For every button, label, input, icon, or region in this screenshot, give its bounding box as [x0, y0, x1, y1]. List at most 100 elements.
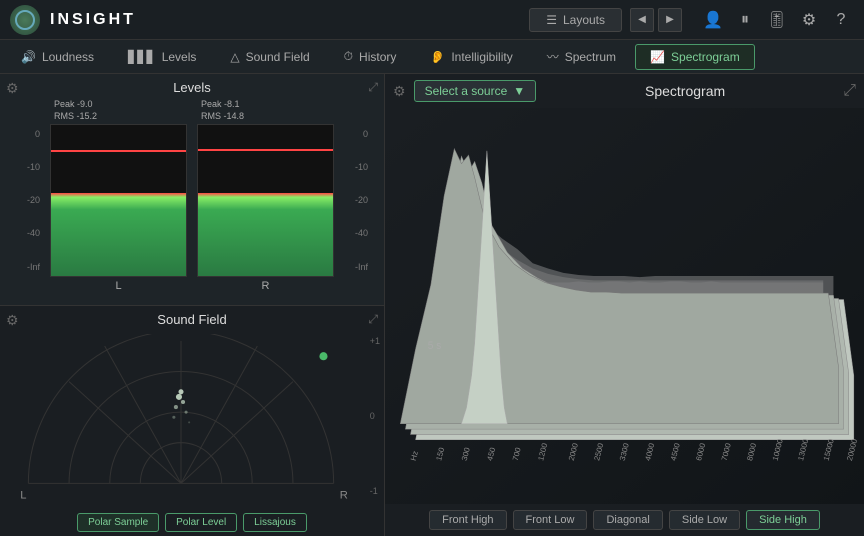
tab-levels-label: Levels	[162, 50, 197, 64]
front-low-button[interactable]: Front Low	[513, 510, 588, 530]
app-logo	[10, 5, 40, 35]
channel-R-peak-value: -8.1	[224, 99, 240, 109]
tab-soundfield-label: Sound Field	[246, 50, 310, 64]
next-layout-button[interactable]: ▶	[658, 8, 682, 32]
scale-label-10: -10	[16, 162, 40, 172]
menu-icon: ☰	[546, 13, 557, 27]
soundfield-icon: △	[230, 50, 239, 64]
nav-arrows: ◀ ▶	[630, 8, 682, 32]
user-icon[interactable]: 👤	[700, 7, 726, 33]
history-icon: ⏱	[344, 49, 353, 64]
scale-label-20: -20	[16, 195, 40, 205]
settings-icon[interactable]: ⚙	[796, 7, 822, 33]
svg-text:5 s: 5 s	[428, 341, 442, 352]
channel-R-rms-value: -14.8	[224, 111, 245, 121]
scale-r-inf: -Inf	[344, 262, 368, 272]
tab-soundfield[interactable]: △ Sound Field	[215, 44, 324, 70]
spectrogram-header: ⚙ Select a source ▼ Spectrogram ⤢	[385, 74, 864, 108]
intelligibility-icon: 👂	[430, 50, 445, 64]
channel-R-rms-label: RMS -14.8	[201, 111, 334, 123]
header-icons: 👤 ⏸ 🎚 ⚙ ?	[700, 7, 854, 33]
tab-spectrum-label: Spectrum	[565, 50, 616, 64]
polar-sample-button[interactable]: Polar Sample	[77, 513, 159, 532]
soundfield-canvas: L R	[8, 334, 354, 501]
spectrum-icon: 〰	[547, 48, 559, 65]
right-panel: ⚙ Select a source ▼ Spectrogram ⤢	[385, 74, 864, 536]
layouts-label: Layouts	[563, 13, 605, 27]
tab-history[interactable]: ⏱ History	[329, 44, 412, 70]
spectrogram-body: 5 s Hz 150 300 450 700 1200 2000 2500 33…	[385, 108, 864, 504]
tab-bar: 🔊 Loudness ▋▋▋ Levels △ Sound Field ⏱ Hi…	[0, 40, 864, 74]
sf-scale-minus1: -1	[370, 486, 380, 496]
side-low-button[interactable]: Side Low	[669, 510, 740, 530]
spectrogram-bottom-buttons: Front High Front Low Diagonal Side Low S…	[385, 504, 864, 536]
soundfield-scale: +1 0 -1	[370, 336, 380, 497]
source-select-label: Select a source	[425, 84, 508, 98]
side-high-button[interactable]: Side High	[746, 510, 820, 530]
channel-R-bar	[197, 124, 334, 276]
levels-gear-icon[interactable]: ⚙	[6, 80, 19, 97]
soundfield-buttons: Polar Sample Polar Level Lissajous	[0, 513, 384, 532]
levels-expand-icon[interactable]: ⤢	[368, 80, 378, 95]
tab-loudness[interactable]: 🔊 Loudness	[6, 44, 109, 70]
loudness-icon: 🔊	[21, 50, 36, 64]
tab-levels[interactable]: ▋▋▋ Levels	[113, 44, 211, 70]
levels-container: 0 -10 -20 -40 -Inf Peak -9.0 RMS -15.2	[6, 99, 378, 292]
help-icon[interactable]: ?	[828, 7, 854, 33]
channel-L-bar	[50, 124, 187, 276]
channel-R-label: R	[262, 280, 270, 292]
scale-r-40: -40	[344, 228, 368, 238]
scale-r-20: -20	[344, 195, 368, 205]
spectrogram-icon: 📈	[650, 50, 665, 64]
soundfield-section: ⚙ Sound Field ⤢ +1 0 -1	[0, 306, 384, 536]
layouts-button[interactable]: ☰ Layouts	[529, 8, 622, 32]
levels-title: Levels	[6, 80, 378, 95]
channel-L-peak-label: Peak -9.0	[54, 99, 187, 111]
app-header: INSIGHT ☰ Layouts ◀ ▶ 👤 ⏸ 🎚 ⚙ ?	[0, 0, 864, 40]
front-high-button[interactable]: Front High	[429, 510, 506, 530]
svg-text:L: L	[20, 489, 26, 500]
channel-L-label: L	[115, 280, 121, 292]
channel-L-peak-value: -9.0	[77, 99, 93, 109]
levels-scale-labels-right: 0 -10 -20 -40 -Inf	[344, 99, 368, 292]
tab-spectrogram-label: Spectrogram	[671, 50, 740, 64]
soundfield-title: Sound Field	[6, 312, 378, 327]
soundfield-expand-icon[interactable]: ⤢	[368, 312, 378, 327]
tab-intelligibility[interactable]: 👂 Intelligibility	[415, 44, 527, 70]
channel-L-peak-line	[51, 150, 186, 152]
pause-icon[interactable]: ⏸	[732, 7, 758, 33]
dropdown-chevron-icon: ▼	[513, 84, 525, 98]
channel-R-peak-label: Peak -8.1	[201, 99, 334, 111]
scale-label-0: 0	[16, 129, 40, 139]
tab-spectrum[interactable]: 〰 Spectrum	[532, 44, 631, 70]
channel-L: Peak -9.0 RMS -15.2 L	[50, 99, 187, 292]
levels-section: ⚙ Levels ⤢ 0 -10 -20 -40 -Inf Peak -9.0 …	[0, 74, 384, 306]
channel-R: Peak -8.1 RMS -14.8 R	[197, 99, 334, 292]
scale-r-0: 0	[344, 129, 368, 139]
spectrogram-title: Spectrogram	[544, 83, 826, 99]
audio-icon[interactable]: 🎚	[764, 7, 790, 33]
channel-L-rms-label: RMS -15.2	[54, 111, 187, 123]
scale-label-40: -40	[16, 228, 40, 238]
prev-layout-button[interactable]: ◀	[630, 8, 654, 32]
lissajous-button[interactable]: Lissajous	[243, 513, 307, 532]
app-title: INSIGHT	[50, 11, 529, 29]
polar-level-button[interactable]: Polar Level	[165, 513, 237, 532]
channel-R-fill	[198, 193, 333, 276]
source-select-dropdown[interactable]: Select a source ▼	[414, 80, 537, 102]
spectrogram-expand-icon[interactable]: ⤢	[843, 82, 856, 100]
spectrogram-gear-icon[interactable]: ⚙	[393, 83, 406, 100]
tab-intelligibility-label: Intelligibility	[451, 50, 512, 64]
levels-scale-labels: 0 -10 -20 -40 -Inf	[16, 99, 40, 292]
channel-R-info: Peak -8.1 RMS -14.8	[197, 99, 334, 122]
channel-L-info: Peak -9.0 RMS -15.2	[50, 99, 187, 122]
diagonal-button[interactable]: Diagonal	[593, 510, 662, 530]
tab-history-label: History	[359, 50, 396, 64]
tab-spectrogram[interactable]: 📈 Spectrogram	[635, 44, 755, 70]
left-panel: ⚙ Levels ⤢ 0 -10 -20 -40 -Inf Peak -9.0 …	[0, 74, 385, 536]
scale-r-10: -10	[344, 162, 368, 172]
soundfield-gear-icon[interactable]: ⚙	[6, 312, 19, 329]
soundfield-svg: L R	[8, 334, 354, 501]
channel-L-fill	[51, 193, 186, 276]
logo-inner	[15, 10, 35, 30]
